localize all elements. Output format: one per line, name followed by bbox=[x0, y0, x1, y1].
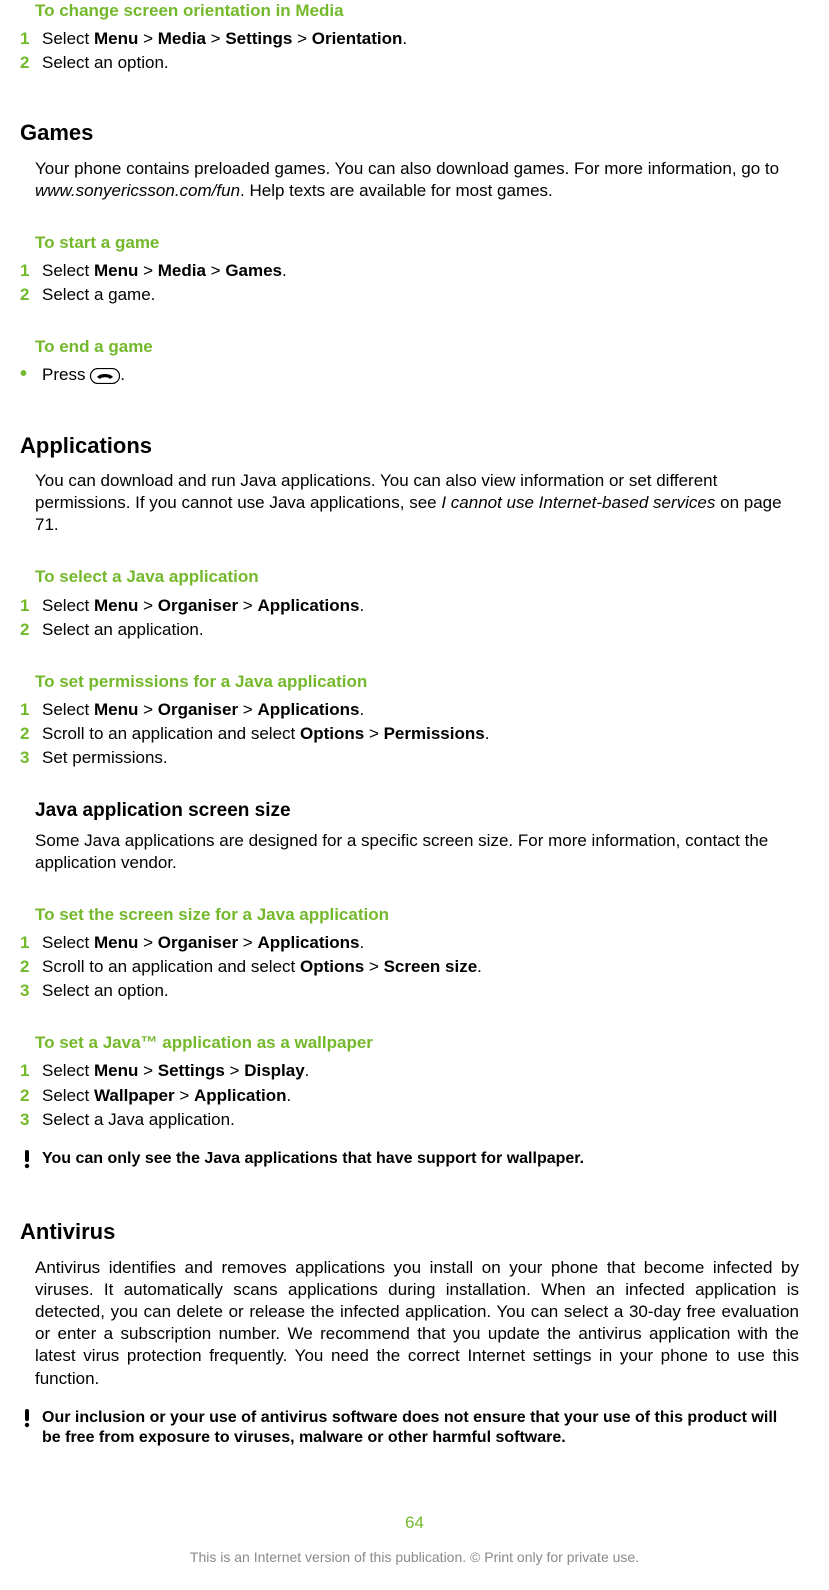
step-text: Scroll to an application and select Opti… bbox=[42, 723, 799, 745]
step-row: 2 Select an application. bbox=[35, 619, 799, 641]
important-icon bbox=[20, 1149, 42, 1174]
task-title-wallpaper: To set a Java™ application as a wallpape… bbox=[35, 1032, 799, 1054]
step-number: 1 bbox=[20, 260, 42, 282]
heading-games: Games bbox=[20, 119, 799, 148]
step-number: 3 bbox=[20, 980, 42, 1002]
step-row: 3 Select an option. bbox=[35, 980, 799, 1002]
apps-crossref: I cannot use Internet-based services bbox=[441, 493, 715, 512]
step-text: Select Menu > Organiser > Applications. bbox=[42, 932, 799, 954]
step-number: 2 bbox=[20, 723, 42, 745]
note-wallpaper: You can only see the Java applications t… bbox=[35, 1149, 799, 1174]
step-row: 1 Select Menu > Settings > Display. bbox=[35, 1060, 799, 1082]
step-text: Select a game. bbox=[42, 284, 799, 306]
step-row: 1 Select Menu > Media > Settings > Orien… bbox=[35, 28, 799, 50]
step-number: 1 bbox=[20, 1060, 42, 1082]
step-text: Select an option. bbox=[42, 980, 799, 1002]
note-text: Our inclusion or your use of antivirus s… bbox=[42, 1408, 799, 1450]
step-row: 2 Select a game. bbox=[35, 284, 799, 306]
applications-paragraph: You can download and run Java applicatio… bbox=[35, 470, 799, 536]
step-text: Select Menu > Organiser > Applications. bbox=[42, 699, 799, 721]
step-text: Scroll to an application and select Opti… bbox=[42, 956, 799, 978]
note-antivirus: Our inclusion or your use of antivirus s… bbox=[35, 1408, 799, 1450]
step-row: 1 Select Menu > Organiser > Applications… bbox=[35, 595, 799, 617]
step-number: 2 bbox=[20, 284, 42, 306]
step-row: 1 Select Menu > Organiser > Applications… bbox=[35, 699, 799, 721]
heading-antivirus: Antivirus bbox=[20, 1218, 799, 1247]
step-number: 2 bbox=[20, 619, 42, 641]
step-text: Press . bbox=[42, 364, 799, 386]
step-number: 1 bbox=[20, 932, 42, 954]
step-number: 1 bbox=[20, 28, 42, 50]
note-text: You can only see the Java applications t… bbox=[42, 1149, 799, 1174]
manual-page: To change screen orientation in Media 1 … bbox=[0, 0, 829, 1590]
step-row: 1 Select Menu > Media > Games. bbox=[35, 260, 799, 282]
step-row: 1 Select Menu > Organiser > Applications… bbox=[35, 932, 799, 954]
bullet-icon: • bbox=[20, 364, 42, 386]
important-icon bbox=[20, 1408, 42, 1450]
step-text: Select an option. bbox=[42, 52, 799, 74]
heading-java-screen-size: Java application screen size bbox=[35, 799, 799, 824]
java-size-paragraph: Some Java applications are designed for … bbox=[35, 830, 799, 874]
step-text: Select an application. bbox=[42, 619, 799, 641]
step-row: 3 Select a Java application. bbox=[35, 1109, 799, 1131]
step-number: 3 bbox=[20, 1109, 42, 1131]
games-link: www.sonyericsson.com/fun bbox=[35, 181, 240, 200]
task-title-select-java: To select a Java application bbox=[35, 566, 799, 588]
step-text: Set permissions. bbox=[42, 747, 799, 769]
step-row: 3 Set permissions. bbox=[35, 747, 799, 769]
step-row: 2 Scroll to an application and select Op… bbox=[35, 956, 799, 978]
task-title-end-game: To end a game bbox=[35, 336, 799, 358]
task-title-permissions: To set permissions for a Java applicatio… bbox=[35, 671, 799, 693]
step-number: 1 bbox=[20, 699, 42, 721]
step-number: 1 bbox=[20, 595, 42, 617]
page-content: To change screen orientation in Media 1 … bbox=[20, 0, 809, 1449]
step-text: Select Menu > Media > Settings > Orienta… bbox=[42, 28, 799, 50]
end-call-key-icon bbox=[90, 368, 120, 384]
step-row: 2 Select an option. bbox=[35, 52, 799, 74]
step-row: 2 Select Wallpaper > Application. bbox=[35, 1085, 799, 1107]
step-number: 2 bbox=[20, 1085, 42, 1107]
step-row: • Press . bbox=[35, 364, 799, 386]
page-number: 64 bbox=[0, 1512, 829, 1534]
step-text: Select Wallpaper > Application. bbox=[42, 1085, 799, 1107]
step-number: 3 bbox=[20, 747, 42, 769]
step-number: 2 bbox=[20, 52, 42, 74]
step-text: Select Menu > Organiser > Applications. bbox=[42, 595, 799, 617]
task-title-orientation: To change screen orientation in Media bbox=[35, 0, 799, 22]
antivirus-paragraph: Antivirus identifies and removes applica… bbox=[35, 1257, 799, 1390]
step-row: 2 Scroll to an application and select Op… bbox=[35, 723, 799, 745]
step-text: Select Menu > Settings > Display. bbox=[42, 1060, 799, 1082]
footer-text: This is an Internet version of this publ… bbox=[0, 1548, 829, 1566]
games-paragraph: Your phone contains preloaded games. You… bbox=[35, 158, 799, 202]
step-text: Select Menu > Media > Games. bbox=[42, 260, 799, 282]
step-number: 2 bbox=[20, 956, 42, 978]
task-title-start-game: To start a game bbox=[35, 232, 799, 254]
heading-applications: Applications bbox=[20, 432, 799, 461]
step-text: Select a Java application. bbox=[42, 1109, 799, 1131]
task-title-screen-size: To set the screen size for a Java applic… bbox=[35, 904, 799, 926]
